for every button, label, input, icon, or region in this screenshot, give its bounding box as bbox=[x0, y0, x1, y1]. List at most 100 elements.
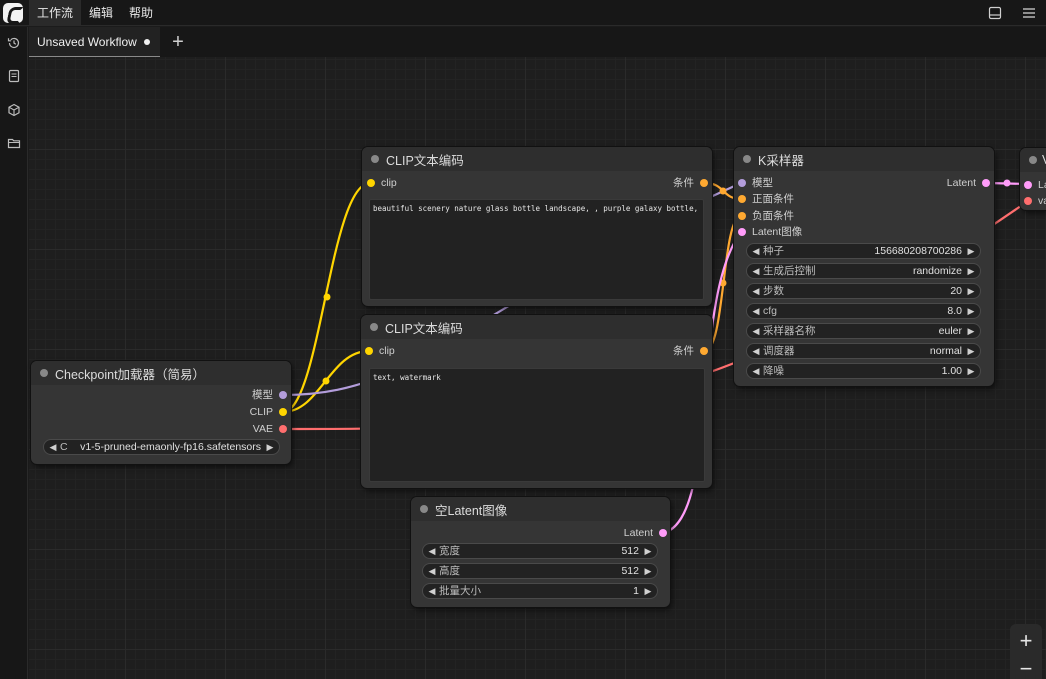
scheduler-widget[interactable]: ◀ 调度器 normal ▶ bbox=[746, 343, 981, 359]
history-icon[interactable] bbox=[4, 33, 24, 53]
output-pin-icon[interactable] bbox=[982, 179, 990, 187]
document-icon[interactable] bbox=[4, 66, 24, 86]
collapse-dot-icon[interactable] bbox=[1029, 156, 1037, 164]
menu-workflow[interactable]: 工作流 bbox=[29, 0, 82, 26]
collapse-dot-icon[interactable] bbox=[40, 369, 48, 377]
node-title[interactable]: K采样器 bbox=[734, 147, 994, 171]
input-pin-icon[interactable] bbox=[365, 347, 373, 355]
input-model[interactable]: 模型 bbox=[738, 176, 773, 190]
tab-bar: Unsaved Workflow + bbox=[29, 27, 1046, 57]
arrow-right-icon[interactable]: ▶ bbox=[965, 324, 977, 338]
arrow-left-icon[interactable]: ◀ bbox=[750, 244, 762, 258]
input-clip[interactable]: clip bbox=[367, 176, 397, 190]
arrow-left-icon[interactable]: ◀ bbox=[426, 584, 438, 598]
input-samples[interactable]: La bbox=[1024, 178, 1046, 192]
output-pin-icon[interactable] bbox=[279, 391, 287, 399]
input-negative[interactable]: 负面条件 bbox=[738, 209, 794, 223]
collapse-dot-icon[interactable] bbox=[743, 155, 751, 163]
output-model[interactable]: 模型 bbox=[252, 388, 287, 402]
seed-widget[interactable]: ◀ 种子 156680208700286 ▶ bbox=[746, 243, 981, 259]
input-pin-icon[interactable] bbox=[1024, 181, 1032, 189]
zoom-in-button[interactable]: + bbox=[1010, 628, 1042, 654]
collapse-dot-icon[interactable] bbox=[371, 155, 379, 163]
ckpt-name-combo[interactable]: ◀ C v1-5-pruned-emaonly-fp16.safetensors… bbox=[43, 439, 280, 455]
output-pin-icon[interactable] bbox=[659, 529, 667, 537]
prompt-textarea[interactable]: beautiful scenery nature glass bottle la… bbox=[369, 199, 704, 300]
arrow-left-icon[interactable]: ◀ bbox=[426, 544, 438, 558]
menu-help[interactable]: 帮助 bbox=[121, 0, 161, 26]
output-pin-icon[interactable] bbox=[279, 408, 287, 416]
output-clip[interactable]: CLIP bbox=[250, 405, 287, 419]
denoise-widget[interactable]: ◀ 降噪 1.00 ▶ bbox=[746, 363, 981, 379]
cube-icon[interactable] bbox=[4, 100, 24, 120]
node-clip-text-encode-positive[interactable]: CLIP文本编码 clip 条件 beautiful scenery natur… bbox=[362, 147, 712, 306]
output-latent[interactable]: Latent bbox=[624, 526, 667, 540]
output-conditioning[interactable]: 条件 bbox=[673, 344, 708, 358]
folder-icon[interactable] bbox=[4, 133, 24, 153]
node-vae-decode[interactable]: V La va bbox=[1020, 148, 1046, 210]
input-latent-image[interactable]: Latent图像 bbox=[738, 225, 802, 239]
bottom-panel-toggle-icon[interactable] bbox=[978, 0, 1012, 26]
arrow-left-icon[interactable]: ◀ bbox=[750, 304, 762, 318]
arrow-left-icon[interactable]: ◀ bbox=[426, 564, 438, 578]
arrow-right-icon[interactable]: ▶ bbox=[642, 584, 654, 598]
output-vae[interactable]: VAE bbox=[253, 422, 287, 436]
control-after-generate-widget[interactable]: ◀ 生成后控制 randomize ▶ bbox=[746, 263, 981, 279]
zoom-out-button[interactable]: − bbox=[1010, 656, 1042, 679]
node-title[interactable]: 空Latent图像 bbox=[411, 497, 670, 521]
prompt-textarea[interactable]: text, watermark bbox=[369, 368, 705, 482]
node-clip-text-encode-negative[interactable]: CLIP文本编码 clip 条件 text, watermark bbox=[361, 315, 712, 488]
input-pin-icon[interactable] bbox=[738, 179, 746, 187]
input-clip[interactable]: clip bbox=[365, 344, 395, 358]
steps-widget[interactable]: ◀ 步数 20 ▶ bbox=[746, 283, 981, 299]
new-tab-plus-icon[interactable]: + bbox=[168, 31, 188, 53]
arrow-right-icon[interactable]: ▶ bbox=[965, 264, 977, 278]
arrow-right-icon[interactable]: ▶ bbox=[965, 284, 977, 298]
arrow-left-icon[interactable]: ◀ bbox=[750, 344, 762, 358]
arrow-right-icon[interactable]: ▶ bbox=[264, 440, 276, 454]
batch-size-widget[interactable]: ◀ 批量大小 1 ▶ bbox=[422, 583, 658, 599]
input-pin-icon[interactable] bbox=[738, 195, 746, 203]
tab-unsaved-workflow[interactable]: Unsaved Workflow bbox=[29, 27, 160, 57]
arrow-right-icon[interactable]: ▶ bbox=[965, 364, 977, 378]
arrow-right-icon[interactable]: ▶ bbox=[965, 244, 977, 258]
arrow-right-icon[interactable]: ▶ bbox=[965, 344, 977, 358]
menu-bar: 工作流 编辑 帮助 bbox=[0, 0, 1046, 26]
node-title[interactable]: CLIP文本编码 bbox=[362, 147, 712, 171]
node-checkpoint-loader[interactable]: Checkpoint加载器（简易） 模型 CLIP VAE ◀ C v1-5-p… bbox=[31, 361, 291, 464]
height-widget[interactable]: ◀ 高度 512 ▶ bbox=[422, 563, 658, 579]
node-ksampler[interactable]: K采样器 模型 正面条件 负面条件 Latent图像 Latent ◀ 种子 156… bbox=[734, 147, 994, 386]
cfg-widget[interactable]: ◀ cfg 8.0 ▶ bbox=[746, 303, 981, 319]
width-widget[interactable]: ◀ 宽度 512 ▶ bbox=[422, 543, 658, 559]
arrow-left-icon[interactable]: ◀ bbox=[750, 324, 762, 338]
arrow-right-icon[interactable]: ▶ bbox=[642, 544, 654, 558]
menu-edit[interactable]: 编辑 bbox=[81, 0, 121, 26]
arrow-left-icon[interactable]: ◀ bbox=[750, 364, 762, 378]
arrow-right-icon[interactable]: ▶ bbox=[965, 304, 977, 318]
arrow-left-icon[interactable]: ◀ bbox=[750, 284, 762, 298]
collapse-dot-icon[interactable] bbox=[370, 323, 378, 331]
sampler-name-widget[interactable]: ◀ 采样器名称 euler ▶ bbox=[746, 323, 981, 339]
node-title[interactable]: Checkpoint加载器（简易） bbox=[31, 361, 291, 385]
input-pin-icon[interactable] bbox=[738, 228, 746, 236]
collapse-dot-icon[interactable] bbox=[420, 505, 428, 513]
arrow-left-icon[interactable]: ◀ bbox=[750, 264, 762, 278]
input-pin-icon[interactable] bbox=[367, 179, 375, 187]
input-pin-icon[interactable] bbox=[738, 212, 746, 220]
arrow-right-icon[interactable]: ▶ bbox=[642, 564, 654, 578]
node-empty-latent-image[interactable]: 空Latent图像 Latent ◀ 宽度 512 ▶ ◀ 高度 512 ▶ ◀ 批量大小 1 ▶ bbox=[411, 497, 670, 607]
output-pin-icon[interactable] bbox=[279, 425, 287, 433]
input-positive[interactable]: 正面条件 bbox=[738, 192, 794, 206]
input-pin-icon[interactable] bbox=[1024, 197, 1032, 205]
node-title[interactable]: CLIP文本编码 bbox=[361, 315, 712, 339]
unsaved-dot-icon[interactable] bbox=[144, 39, 150, 45]
output-latent[interactable]: Latent bbox=[947, 176, 990, 190]
output-pin-icon[interactable] bbox=[700, 179, 708, 187]
input-vae[interactable]: va bbox=[1024, 194, 1046, 208]
comfy-logo-icon[interactable] bbox=[3, 2, 23, 23]
output-conditioning[interactable]: 条件 bbox=[673, 176, 708, 190]
output-pin-icon[interactable] bbox=[700, 347, 708, 355]
node-title[interactable]: V bbox=[1020, 148, 1046, 172]
hamburger-menu-icon[interactable] bbox=[1012, 0, 1046, 26]
arrow-left-icon[interactable]: ◀ bbox=[47, 440, 59, 454]
